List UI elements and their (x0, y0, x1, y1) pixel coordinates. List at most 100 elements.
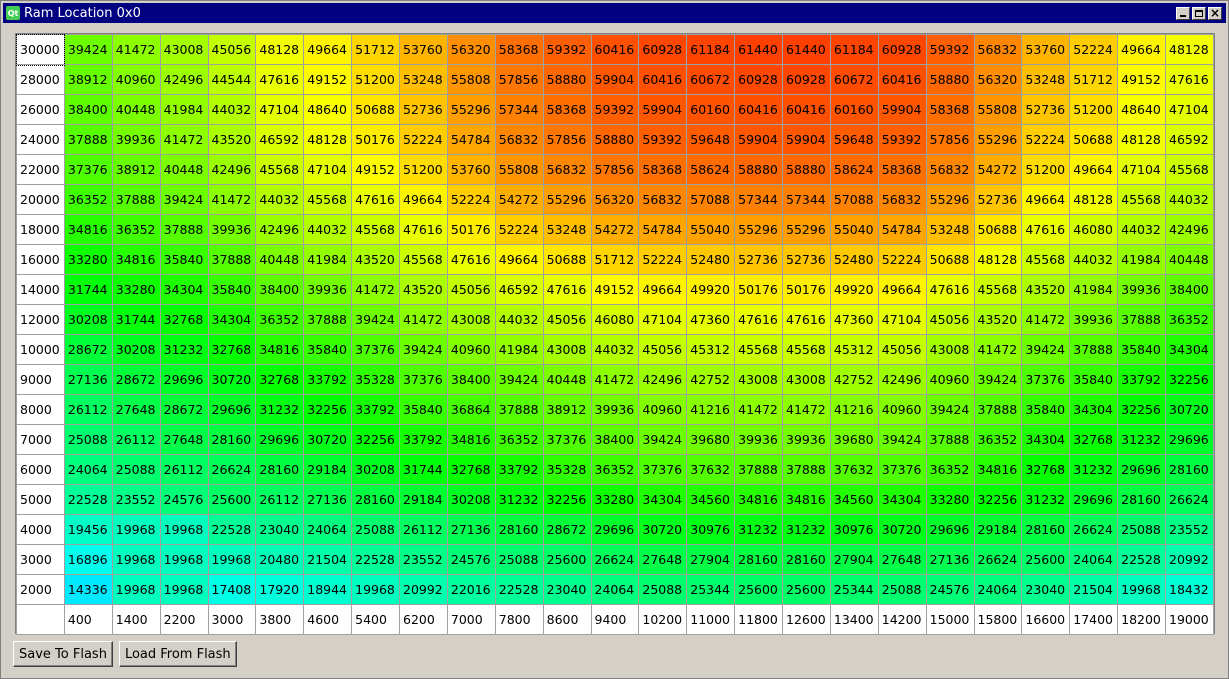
column-header[interactable]: 11800 (734, 604, 783, 635)
table-cell[interactable]: 45568 (973, 274, 1023, 305)
table-cell[interactable]: 40960 (877, 394, 927, 425)
table-cell[interactable]: 60416 (782, 94, 831, 125)
table-cell[interactable]: 51200 (1069, 94, 1119, 125)
table-cell[interactable]: 47360 (829, 304, 879, 335)
table-cell[interactable]: 47616 (351, 184, 400, 215)
table-cell[interactable]: 39424 (351, 304, 400, 335)
table-cell[interactable]: 27904 (829, 544, 879, 575)
table-cell[interactable]: 40960 (446, 334, 496, 365)
table-cell[interactable]: 33792 (351, 394, 400, 425)
column-header[interactable]: 15000 (925, 604, 975, 635)
table-cell[interactable]: 45056 (542, 304, 592, 335)
table-cell[interactable]: 58624 (829, 154, 879, 185)
column-header[interactable]: 11000 (686, 604, 736, 635)
table-cell[interactable]: 34560 (829, 484, 879, 515)
table-cell[interactable]: 44032 (255, 184, 305, 215)
table-cell[interactable]: 20992 (399, 574, 448, 605)
table-cell[interactable]: 30208 (63, 304, 113, 335)
table-cell[interactable]: 24576 (446, 544, 496, 575)
table-cell[interactable]: 52736 (399, 94, 448, 125)
table-cell[interactable]: 33792 (303, 364, 353, 395)
ram-value-table[interactable]: 30000 39424 41472 43008 45056 48128 49664 51712… (15, 33, 1214, 635)
table-cell[interactable]: 41472 (590, 364, 640, 395)
table-cell[interactable]: 57088 (686, 184, 736, 215)
table-cell[interactable]: 38912 (63, 64, 113, 95)
table-cell[interactable]: 23040 (1021, 574, 1071, 605)
table-cell[interactable]: 26624 (1165, 484, 1214, 515)
table-cell[interactable]: 19968 (159, 544, 209, 575)
table-cell[interactable]: 43008 (446, 304, 496, 335)
row-header[interactable]: 20000 (16, 184, 65, 215)
table-cell[interactable]: 29184 (399, 484, 448, 515)
table-cell[interactable]: 50688 (973, 214, 1023, 245)
table-cell[interactable]: 40448 (542, 364, 592, 395)
table-cell[interactable]: 49664 (303, 34, 353, 65)
table-cell[interactable]: 55808 (494, 154, 544, 185)
table-cell[interactable]: 47616 (1165, 64, 1214, 95)
table-cell[interactable]: 51712 (1069, 64, 1119, 95)
table-cell[interactable]: 59648 (686, 124, 736, 155)
table-cell[interactable]: 32256 (351, 424, 400, 455)
table-cell[interactable]: 41216 (686, 394, 736, 425)
table-cell[interactable]: 41472 (207, 184, 257, 215)
table-cell[interactable]: 37888 (925, 424, 975, 455)
table-cell[interactable]: 45312 (686, 334, 736, 365)
table-cell[interactable]: 36352 (590, 454, 640, 485)
table-cell[interactable]: 39424 (638, 424, 688, 455)
table-cell[interactable]: 58368 (542, 94, 592, 125)
table-cell[interactable]: 30208 (446, 484, 496, 515)
table-cell[interactable]: 57344 (734, 184, 783, 215)
table-cell[interactable]: 24064 (590, 574, 640, 605)
table-cell[interactable]: 58880 (782, 154, 831, 185)
table-cell[interactable]: 34816 (63, 214, 113, 245)
table-cell[interactable]: 45568 (782, 334, 831, 365)
table-cell[interactable]: 36352 (494, 424, 544, 455)
table-cell[interactable]: 57856 (925, 124, 975, 155)
table-cell[interactable]: 31232 (1021, 484, 1071, 515)
table-cell[interactable]: 47616 (399, 214, 448, 245)
table-cell[interactable]: 31744 (111, 304, 161, 335)
column-header[interactable]: 8600 (542, 604, 592, 635)
table-cell[interactable]: 46080 (590, 304, 640, 335)
column-header[interactable]: 1400 (111, 604, 161, 635)
table-cell[interactable]: 41984 (303, 244, 353, 275)
table-cell[interactable]: 47616 (255, 64, 305, 95)
table-cell[interactable]: 56832 (638, 184, 688, 215)
table-cell[interactable]: 26112 (399, 514, 448, 545)
table-cell[interactable]: 45568 (399, 244, 448, 275)
table-cell[interactable]: 39424 (973, 364, 1023, 395)
table-cell[interactable]: 25088 (63, 424, 113, 455)
table-cell[interactable]: 57088 (829, 184, 879, 215)
column-header[interactable]: 5400 (351, 604, 400, 635)
table-cell[interactable]: 55296 (542, 184, 592, 215)
table-cell[interactable]: 41984 (494, 334, 544, 365)
table-cell[interactable]: 25600 (1021, 544, 1071, 575)
table-cell[interactable]: 48640 (1117, 94, 1166, 125)
table-cell[interactable]: 26624 (207, 454, 257, 485)
table-cell[interactable]: 41472 (111, 34, 161, 65)
table-cell[interactable]: 45056 (207, 34, 257, 65)
table-cell[interactable]: 29696 (590, 514, 640, 545)
table-cell[interactable]: 52224 (1021, 124, 1071, 155)
table-cell[interactable]: 34304 (207, 304, 257, 335)
table-cell[interactable]: 56832 (542, 154, 592, 185)
table-cell[interactable]: 38400 (1165, 274, 1214, 305)
table-cell[interactable]: 39936 (303, 274, 353, 305)
table-cell[interactable]: 53248 (925, 214, 975, 245)
table-cell[interactable]: 45568 (351, 214, 400, 245)
table-cell[interactable]: 30976 (686, 514, 736, 545)
row-header[interactable]: 8000 (16, 394, 65, 425)
table-cell[interactable]: 31744 (63, 274, 113, 305)
table-cell[interactable]: 33280 (590, 484, 640, 515)
table-cell[interactable]: 42752 (686, 364, 736, 395)
table-cell[interactable]: 58880 (734, 154, 783, 185)
table-cell[interactable]: 53760 (1021, 34, 1071, 65)
row-header[interactable]: 12000 (16, 304, 65, 335)
table-cell[interactable]: 58368 (877, 154, 927, 185)
table-cell[interactable]: 58368 (494, 34, 544, 65)
table-cell[interactable]: 44032 (494, 304, 544, 335)
table-cell[interactable]: 58880 (542, 64, 592, 95)
table-cell[interactable]: 34304 (159, 274, 209, 305)
table-cell[interactable]: 32768 (1021, 454, 1071, 485)
row-header[interactable]: 5000 (16, 484, 65, 515)
